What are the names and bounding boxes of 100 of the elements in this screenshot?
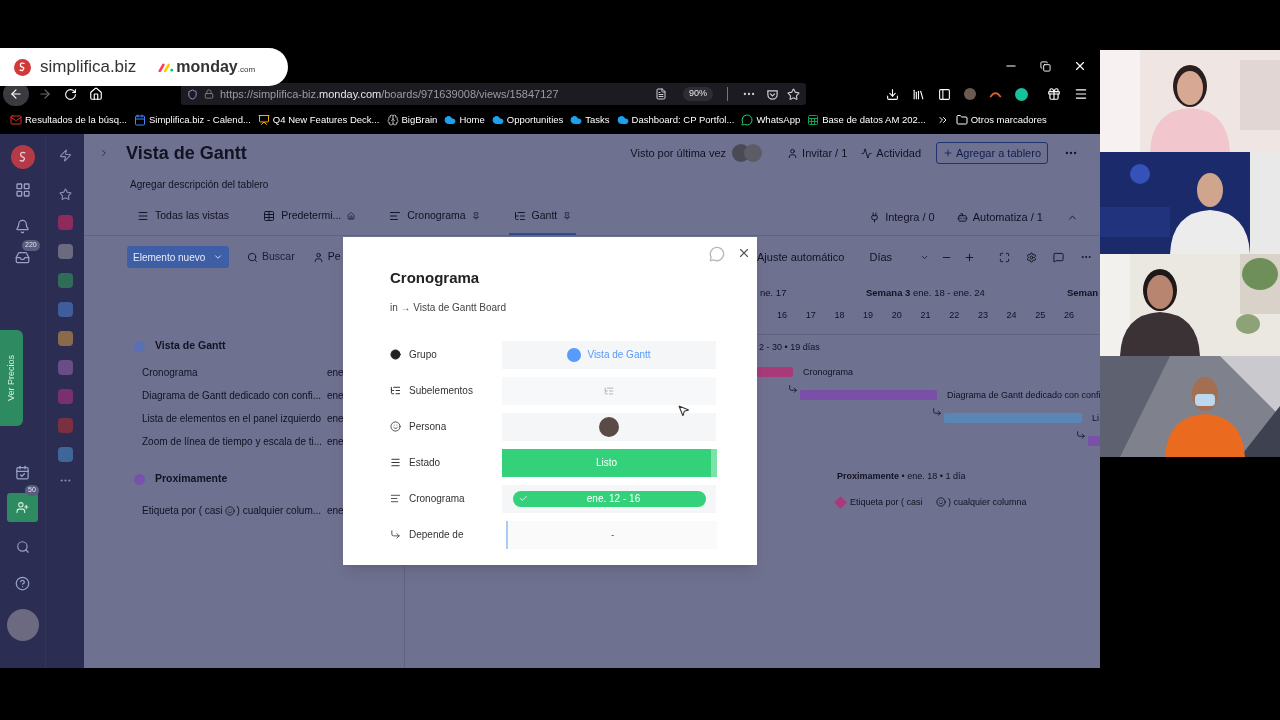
forward-icon[interactable]: [38, 87, 52, 101]
bookmark-folder-link[interactable]: Otros marcadores: [955, 112, 1047, 128]
group-title[interactable]: Vista de Gantt: [155, 338, 226, 354]
grid-icon[interactable]: [14, 182, 31, 198]
field-label: Persona: [409, 420, 447, 434]
workspace-icon[interactable]: [57, 302, 73, 317]
item-name[interactable]: Cronograma: [142, 365, 198, 380]
group-summary: Proximamente • ene. 18 • 1 día: [837, 470, 966, 483]
sidebar-icon[interactable]: [938, 87, 951, 101]
address-bar[interactable]: https://simplifica-biz.monday.com/boards/971639008/views/15847127 90%: [181, 83, 806, 105]
user-icon: [312, 251, 324, 263]
automate-button[interactable]: Automatiza / 1: [956, 199, 1043, 235]
add-to-board-button[interactable]: Agregar a tablero: [936, 142, 1048, 164]
item-name[interactable]: Diagrama de Gantt dedicado con confi...: [142, 388, 321, 403]
bookmark-link[interactable]: Simplifica.biz - Calend...: [133, 112, 251, 128]
library-icon[interactable]: [912, 87, 925, 101]
invite-button[interactable]: [7, 493, 38, 522]
settings-icon[interactable]: [1026, 251, 1038, 263]
menu-icon[interactable]: [1074, 87, 1088, 101]
workspace-icon[interactable]: [57, 331, 73, 346]
bookmark-link[interactable]: Resultados de la búsq...: [10, 112, 127, 128]
bookmark-link[interactable]: WhatsApp: [741, 112, 801, 128]
notifications-icon[interactable]: [15, 219, 30, 234]
workspace-icon[interactable]: [57, 447, 73, 462]
item-name[interactable]: Lista de elementos en el panel izquierdo: [142, 411, 321, 426]
item-name[interactable]: ) cualquier colum...: [236, 503, 322, 518]
person-filter[interactable]: Pe: [312, 249, 341, 265]
download-icon[interactable]: [886, 87, 899, 101]
zoom-badge[interactable]: 90%: [683, 87, 713, 101]
more-bookmarks-icon[interactable]: [936, 114, 949, 126]
activity-button[interactable]: Actividad: [861, 144, 921, 162]
group-cell[interactable]: Vista de Gantt: [502, 340, 716, 369]
bookmark-link[interactable]: BigBrain: [386, 112, 438, 128]
date-cell-text: ene: [327, 366, 344, 380]
fullscreen-icon[interactable]: [999, 251, 1011, 263]
field-label: Subelementos: [409, 384, 473, 398]
invite-button[interactable]: Invitar / 1: [787, 144, 848, 162]
summary-label: 2 - 30 • 19 días: [759, 341, 820, 354]
avatar[interactable]: [6, 609, 39, 641]
help-icon[interactable]: [15, 576, 30, 591]
close-icon[interactable]: [1073, 59, 1087, 73]
new-item-button[interactable]: Elemento nuevo: [127, 246, 229, 268]
zoom-in-icon[interactable]: [964, 251, 976, 263]
workspace-icon[interactable]: [57, 244, 73, 259]
bookmark-link[interactable]: Opportunities: [491, 112, 564, 128]
bar-label: Cronograma: [803, 366, 854, 379]
user-icon: [787, 147, 799, 159]
integrate-button[interactable]: Integra / 0: [869, 199, 935, 235]
expand-icon[interactable]: [99, 148, 109, 158]
reader-icon[interactable]: [655, 88, 667, 100]
lightning-icon[interactable]: [58, 149, 72, 162]
view-tab[interactable]: Todas las vistas: [132, 199, 235, 235]
close-icon[interactable]: [737, 246, 751, 260]
favorites-icon[interactable]: [58, 188, 72, 201]
smiley-icon: [224, 505, 235, 516]
partner-logo-icon: [158, 62, 175, 72]
field-label: Estado: [409, 456, 441, 470]
week-label: Seman: [1067, 286, 1099, 300]
subitems-icon: [390, 385, 401, 396]
bookmark-link[interactable]: Dashboard: CP Portfol...: [616, 112, 735, 128]
group-title[interactable]: Proximamente: [155, 471, 228, 487]
comment-icon[interactable]: [1053, 251, 1065, 263]
restore-icon[interactable]: [1040, 60, 1051, 72]
inbox-icon[interactable]: [15, 250, 30, 265]
workspace-icon[interactable]: [57, 273, 73, 288]
breadcrumb: in → Vista de Gantt Board: [390, 300, 507, 315]
view-tab[interactable]: Gantt: [508, 199, 577, 235]
back-arrow-icon: [9, 87, 23, 101]
auto-fit-label[interactable]: Ajuste automático: [757, 248, 845, 266]
item-name[interactable]: Zoom de línea de tiempo y escala de ti...: [142, 434, 323, 449]
bookmark-link[interactable]: Q4 New Features Deck...: [257, 112, 380, 128]
reload-icon[interactable]: [64, 87, 77, 101]
cloud-icon: [491, 114, 504, 126]
bookmark-link[interactable]: Tasks: [570, 112, 610, 128]
dependency-cell[interactable]: -: [506, 520, 717, 549]
view-tab[interactable]: Predetermi...: [258, 199, 361, 235]
rainbow-icon[interactable]: [989, 90, 1002, 98]
pin-icon: [563, 212, 572, 220]
view-tab[interactable]: Cronograma: [384, 199, 485, 235]
logo-icon[interactable]: [10, 145, 35, 169]
calendar-icon[interactable]: [15, 465, 30, 480]
mail-icon: [10, 114, 22, 126]
search-field[interactable]: Buscar: [247, 249, 295, 265]
pricing-tab[interactable]: Ver Precios: [0, 330, 23, 426]
star-icon[interactable]: [787, 87, 800, 101]
date-cell-text: ene: [327, 504, 344, 518]
gift-icon[interactable]: [1047, 87, 1061, 101]
bookmark-link[interactable]: Home: [444, 112, 485, 128]
calendar-icon: [133, 114, 146, 126]
item-name[interactable]: Etiqueta por ( casi: [142, 503, 223, 518]
bookmark-link[interactable]: Base de datos AM 202...: [807, 112, 926, 128]
person-cell[interactable]: [502, 412, 716, 441]
timeline-icon: [389, 210, 402, 222]
save-icon[interactable]: [766, 87, 779, 101]
search-icon[interactable]: [15, 540, 30, 554]
home-icon[interactable]: [89, 87, 103, 101]
scale-dropdown[interactable]: Días: [869, 248, 930, 266]
subitems-cell[interactable]: [502, 376, 716, 405]
brand-logo-icon: [14, 58, 31, 76]
extension-icon[interactable]: [964, 88, 976, 100]
